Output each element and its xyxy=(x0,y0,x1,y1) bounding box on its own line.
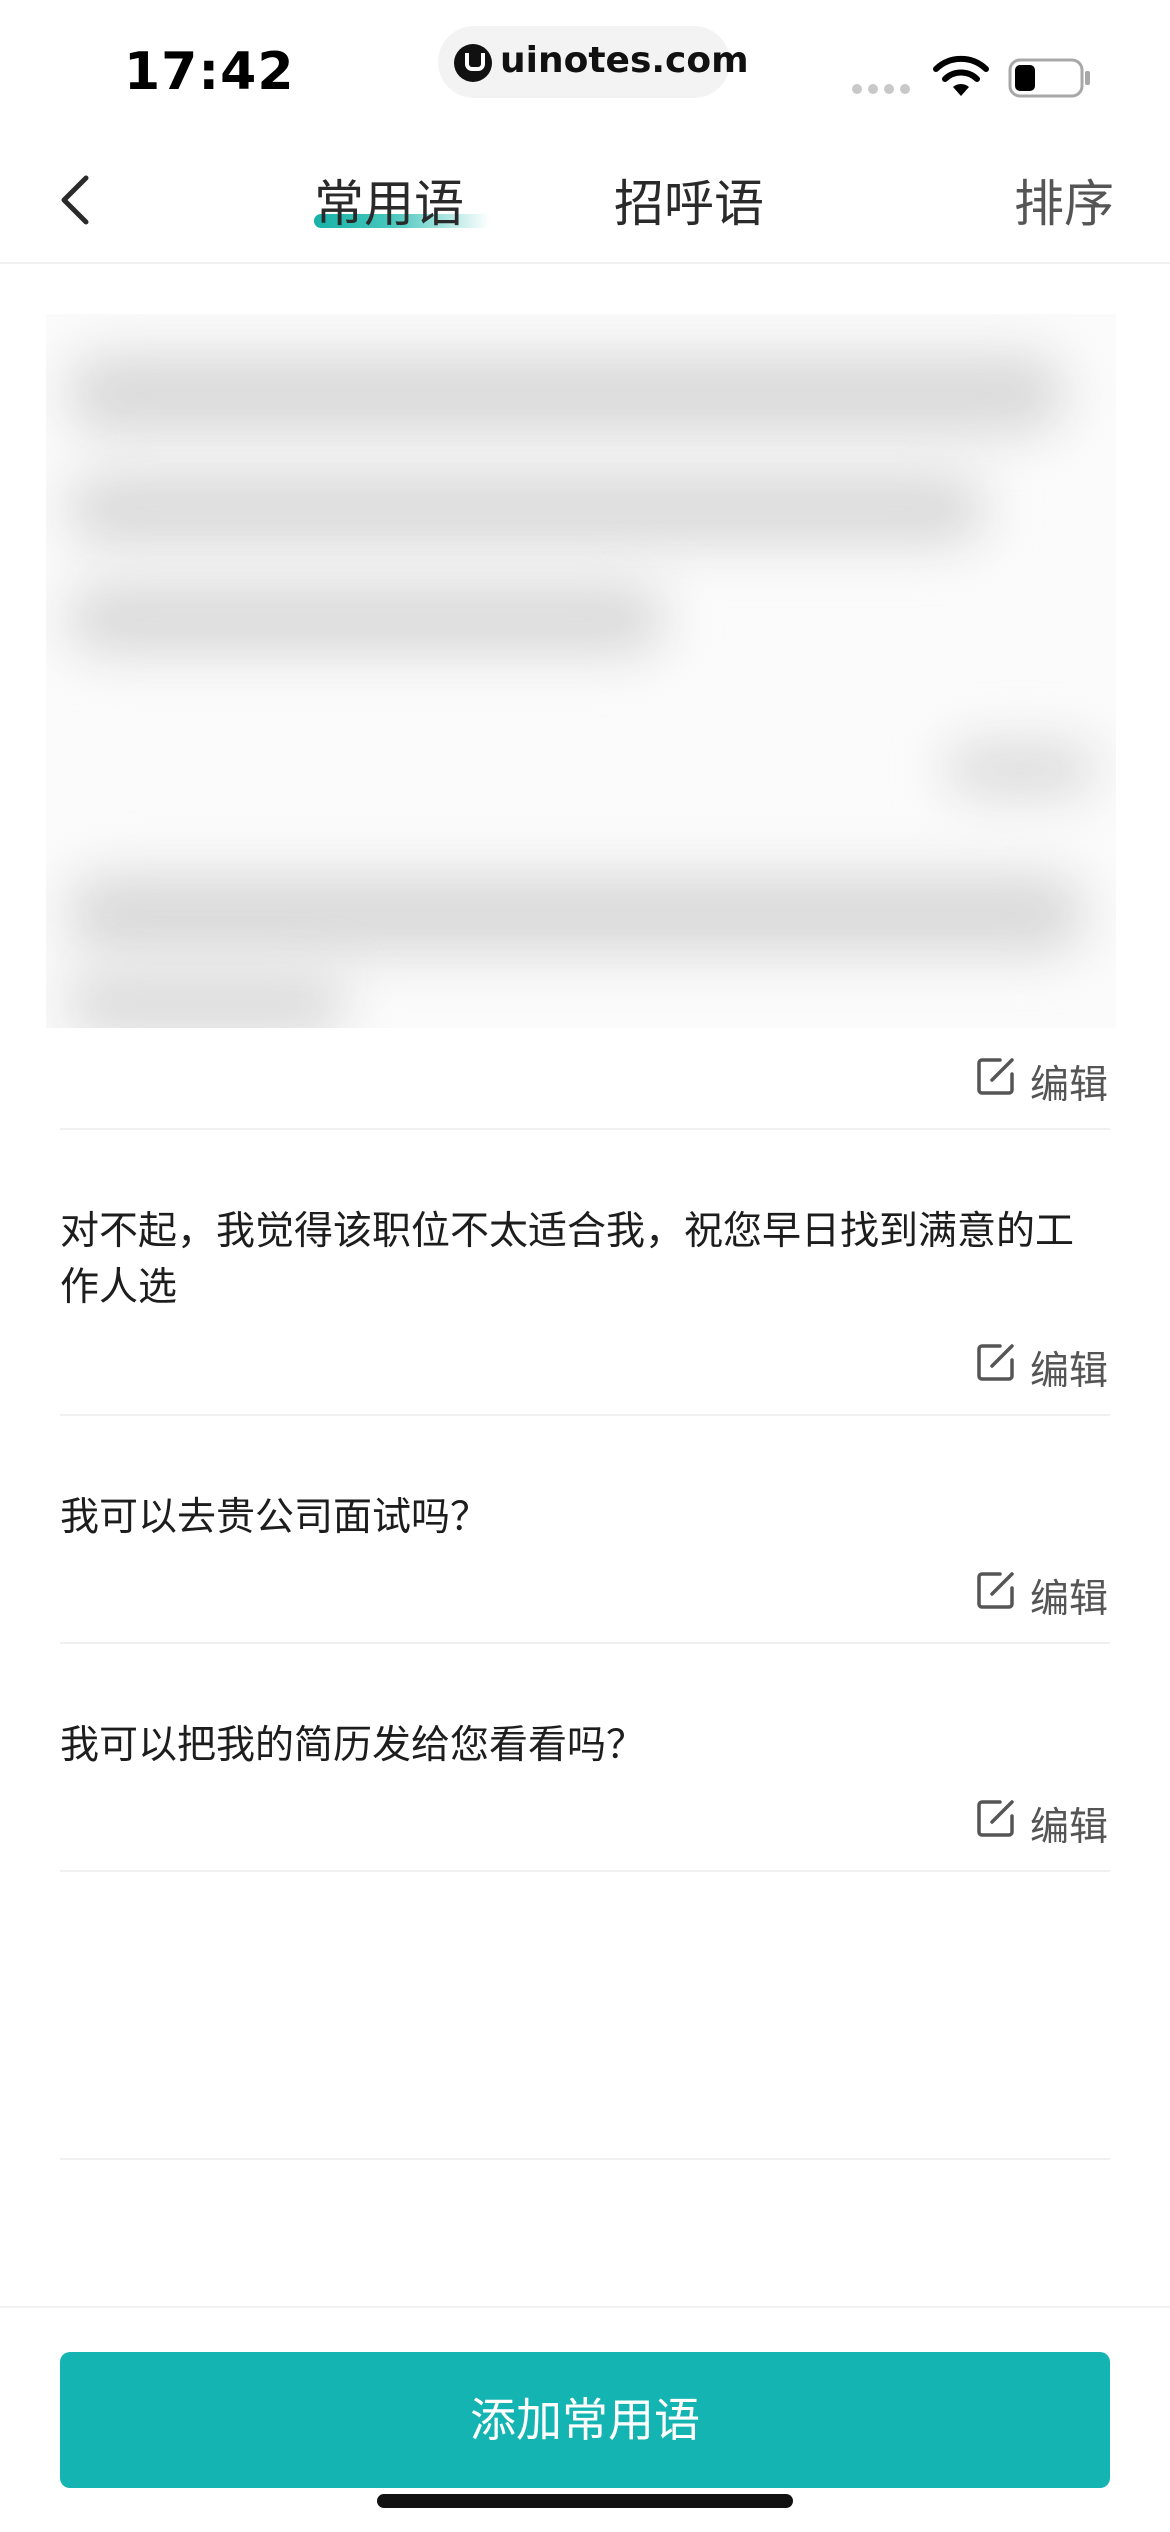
list-item[interactable]: 我可以去贵公司面试吗？ xyxy=(60,1490,1110,1546)
add-phrase-button[interactable]: 添加常用语 xyxy=(60,2352,1110,2488)
edit-button[interactable]: 编辑 xyxy=(976,1338,1116,1394)
divider xyxy=(60,1870,1110,1872)
edit-button[interactable]: 编辑 xyxy=(976,1052,1116,1108)
tab-common-phrases[interactable]: 常用语 xyxy=(314,164,464,236)
list-item[interactable]: 我可以把我的简历发给您看看吗？ xyxy=(60,1718,1110,1774)
wifi-icon xyxy=(933,55,989,96)
divider xyxy=(60,1128,1110,1130)
edit-label: 编辑 xyxy=(1030,1805,1109,1850)
divider xyxy=(60,1642,1110,1644)
edit-icon xyxy=(977,1058,1014,1095)
phrase-text: 我可以去贵公司面试吗？ xyxy=(60,1495,490,1540)
battery-icon xyxy=(1008,58,1090,98)
signal-icon xyxy=(852,84,914,94)
bottom-bar-divider xyxy=(0,2306,1170,2308)
edit-label: 编辑 xyxy=(1030,1349,1109,1394)
divider xyxy=(60,2158,1110,2160)
edit-icon xyxy=(977,1800,1014,1837)
edit-label: 编辑 xyxy=(1030,1063,1109,1108)
divider xyxy=(60,1414,1110,1416)
header-nav: 常用语 招呼语 排序 xyxy=(0,140,1170,264)
edit-button[interactable]: 编辑 xyxy=(976,1794,1116,1850)
edit-button[interactable]: 编辑 xyxy=(976,1566,1116,1622)
phrase-text: 我可以把我的简历发给您看看吗？ xyxy=(60,1723,646,1768)
chevron-left-icon[interactable] xyxy=(54,170,98,230)
phrase-text: 对不起，我觉得该职位不太适合我，祝您早日找到满意的工作人选 xyxy=(60,1209,1075,1310)
list-item[interactable]: 对不起，我觉得该职位不太适合我，祝您早日找到满意的工作人选 xyxy=(60,1204,1110,1316)
edit-icon xyxy=(977,1572,1014,1609)
tab-greetings[interactable]: 招呼语 xyxy=(614,164,764,236)
uinotes-logo-icon xyxy=(454,44,492,82)
url-pill[interactable]: uinotes.com xyxy=(438,26,749,98)
sort-button[interactable]: 排序 xyxy=(1014,164,1114,236)
status-bar: 17:42 uinotes.com xyxy=(0,0,1170,140)
blurred-phrase-content xyxy=(46,314,1116,1028)
home-indicator[interactable] xyxy=(377,2494,793,2508)
status-time: 17:42 xyxy=(124,42,295,102)
url-text: uinotes.com xyxy=(500,40,749,81)
edit-label: 编辑 xyxy=(1030,1577,1109,1622)
edit-icon xyxy=(977,1344,1014,1381)
